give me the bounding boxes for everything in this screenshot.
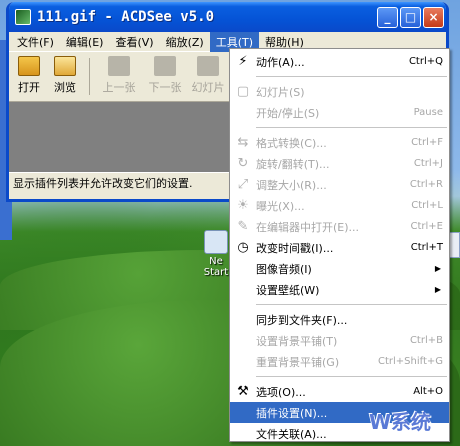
- tools-menu-item[interactable]: ⚡ 动作(A)... Ctrl+Q: [230, 51, 449, 72]
- tools-menu-item-label: 在编辑器中打开(E)...: [256, 220, 360, 234]
- tools-menu-item[interactable]: ⤢ 调整大小(R)... Ctrl+R: [230, 174, 449, 195]
- editor-icon: ✎: [237, 219, 249, 234]
- tools-menu-item-shortcut: Ctrl+L: [411, 200, 443, 211]
- tools-menu-item[interactable]: 开始/停止(S) Pause: [230, 102, 449, 123]
- toolbar-separator: [89, 58, 90, 95]
- menu-separator: [256, 304, 447, 305]
- tools-menu-item-label: 旋转/翻转(T)...: [256, 157, 330, 171]
- acdsee-app-icon[interactable]: [15, 9, 31, 25]
- prev-button[interactable]: 上一张: [96, 56, 142, 97]
- maximize-button[interactable]: □: [400, 6, 421, 28]
- browse-icon: [54, 56, 76, 76]
- tools-dropdown-menu: ⚡ 动作(A)... Ctrl+Q ▢ 幻灯片(S) 开始/停止(S) Pause ⇆ 格式转换…: [229, 48, 450, 442]
- tools-menu-item-shortcut: Alt+O: [413, 386, 443, 397]
- tools-menu-item[interactable]: ▢ 幻灯片(S): [230, 81, 449, 102]
- tools-menu-item-label: 设置背景平铺(T): [256, 334, 338, 348]
- menu-separator: [256, 376, 447, 377]
- slideshow-button[interactable]: 幻灯片: [188, 56, 228, 97]
- submenu-arrow-icon: ▶: [434, 264, 441, 273]
- options-icon: ⚒: [237, 384, 249, 399]
- menu-edit[interactable]: 编辑(E): [60, 32, 110, 52]
- tools-menu-item[interactable]: 设置壁纸(W) ▶: [230, 279, 449, 300]
- menu-separator: [256, 127, 447, 128]
- tools-menu-item[interactable]: 同步到文件夹(F)...: [230, 309, 449, 330]
- tools-menu-item-shortcut: Ctrl+E: [410, 221, 444, 232]
- prev-label: 上一张: [102, 81, 136, 94]
- window-title: 111.gif - ACDSee v5.0: [37, 9, 215, 25]
- tools-menu-item[interactable]: ⇆ 格式转换(C)... Ctrl+F: [230, 132, 449, 153]
- convert-icon: ⇆: [237, 135, 249, 150]
- tools-menu-item-label: 同步到文件夹(F)...: [256, 313, 348, 327]
- tools-menu-item-label: 重置背景平铺(G): [256, 355, 340, 369]
- slideshow-icon: ▢: [236, 84, 250, 99]
- menu-view[interactable]: 查看(V): [109, 32, 159, 52]
- lightning-icon: ⚡: [238, 54, 248, 69]
- tools-menu-item-shortcut: Ctrl+F: [411, 137, 443, 148]
- prev-icon: [108, 56, 130, 76]
- tools-menu-item-label: 调整大小(R)...: [256, 178, 327, 192]
- close-button[interactable]: ×: [423, 6, 444, 28]
- tools-menu-item-label: 动作(A)...: [256, 55, 305, 69]
- tools-menu-item[interactable]: ✎ 在编辑器中打开(E)... Ctrl+E: [230, 216, 449, 237]
- slideshow-label: 幻灯片: [191, 81, 225, 94]
- tools-menu-item[interactable]: ↻ 旋转/翻转(T)... Ctrl+J: [230, 153, 449, 174]
- resize-icon: ⤢: [237, 177, 249, 192]
- tools-menu-item-shortcut: Ctrl+J: [413, 158, 443, 169]
- next-button[interactable]: 下一张: [142, 56, 188, 97]
- next-icon: [154, 56, 176, 76]
- menu-file[interactable]: 文件(F): [11, 32, 60, 52]
- clock-icon: ◷: [237, 240, 249, 255]
- browse-label: 浏览: [54, 81, 76, 94]
- open-label: 打开: [18, 81, 40, 94]
- submenu-arrow-icon: ▶: [434, 285, 441, 294]
- network-icon: [204, 230, 228, 254]
- tools-menu-item-shortcut: Ctrl+R: [409, 179, 443, 190]
- browse-button[interactable]: 浏览: [47, 56, 83, 97]
- rotate-icon: ↻: [237, 156, 249, 171]
- tools-menu-item-shortcut: Ctrl+Q: [408, 56, 443, 67]
- tools-menu-item-label: 改变时间戳(I)...: [256, 241, 334, 255]
- minimize-button[interactable]: _: [377, 6, 398, 28]
- tools-menu-item-label: 幻灯片(S): [256, 85, 305, 99]
- tools-menu-item-label: 格式转换(C)...: [256, 136, 327, 150]
- tools-menu-item-label: 图像音频(I): [256, 262, 312, 276]
- tools-menu-item-shortcut: Ctrl+B: [409, 335, 443, 346]
- folder-open-icon: [18, 56, 40, 76]
- exposure-icon: ☀: [237, 198, 249, 213]
- tools-menu-item[interactable]: 设置背景平铺(T) Ctrl+B: [230, 330, 449, 351]
- tools-menu-item-label: 开始/停止(S): [256, 106, 320, 120]
- tools-menu-item[interactable]: ◷ 改变时间戳(I)... Ctrl+T: [230, 237, 449, 258]
- slideshow-icon: [197, 56, 219, 76]
- tools-menu-item-shortcut: Pause: [413, 107, 443, 118]
- title-bar[interactable]: 111.gif - ACDSee v5.0 _ □ ×: [9, 2, 446, 32]
- tools-menu-item[interactable]: ☀ 曝光(X)... Ctrl+L: [230, 195, 449, 216]
- menu-separator: [256, 76, 447, 77]
- tools-menu-item-shortcut: Ctrl+T: [410, 242, 443, 253]
- next-label: 下一张: [148, 81, 182, 94]
- tools-menu-item[interactable]: 图像音频(I) ▶: [230, 258, 449, 279]
- tools-menu-item[interactable]: 重置背景平铺(G) Ctrl+Shift+G: [230, 351, 449, 372]
- menu-zoom[interactable]: 缩放(Z): [160, 32, 210, 52]
- tools-menu-item-shortcut: Ctrl+Shift+G: [377, 356, 443, 367]
- open-button[interactable]: 打开: [11, 56, 47, 97]
- tools-menu-item-label: 设置壁纸(W): [256, 283, 320, 297]
- tools-menu-item-label: 曝光(X)...: [256, 199, 305, 213]
- watermark-logo: W系统: [368, 409, 432, 434]
